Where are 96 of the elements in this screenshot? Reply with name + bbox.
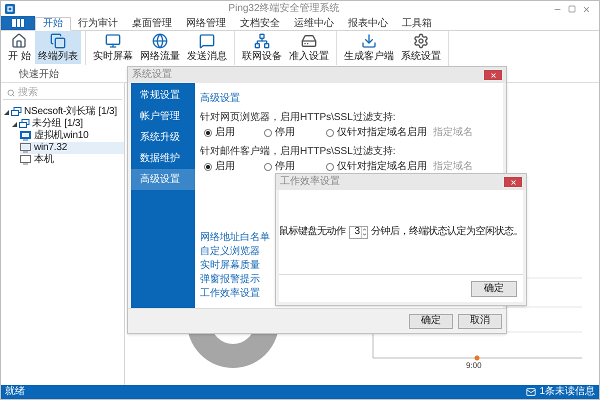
- option-label: 针对邮件客户端，启用HTTPs\SSL过滤支持:: [200, 146, 397, 158]
- ribbon-group-label: 快速开始: [19, 69, 59, 81]
- ribbon-button[interactable]: 联网设备: [238, 31, 285, 64]
- mail-icon[interactable]: [526, 387, 536, 397]
- tree-label: 本机: [34, 154, 54, 166]
- radio-button[interactable]: [204, 163, 212, 171]
- search-icon: [7, 88, 15, 96]
- ribbon-button[interactable]: 开 始: [5, 31, 34, 64]
- group-icon: [11, 107, 22, 117]
- radio-label: 停用: [275, 161, 295, 173]
- window-title: Ping32终端安全管理系统: [227, 3, 341, 15]
- radio-label: 停用: [275, 127, 295, 139]
- ribbon-button[interactable]: 准入设置: [286, 31, 332, 64]
- dialog-button[interactable]: 取消: [458, 314, 502, 328]
- idle-suffix-text: 分钟后，终端状态认定为空闲状态。: [371, 226, 523, 238]
- tree-item[interactable]: 未分组 [1/3]: [12, 118, 124, 130]
- maximize-icon[interactable]: [568, 5, 576, 13]
- spinner-arrows-icon[interactable]: [361, 226, 367, 238]
- close-button[interactable]: [504, 177, 522, 187]
- radio-label: 仅针对指定域名启用: [337, 161, 427, 173]
- message-icon: [198, 33, 215, 49]
- nav-item[interactable]: 高级设置: [131, 169, 195, 190]
- tree-label: 未分组: [32, 118, 62, 130]
- close-icon: [490, 72, 496, 78]
- settings-link[interactable]: 工作效率设置: [200, 288, 260, 300]
- monitor-icon: [20, 143, 31, 153]
- monitor-icon: [20, 155, 31, 165]
- search-input[interactable]: 搜索: [18, 86, 98, 98]
- radio-label: 启用: [215, 127, 235, 139]
- idle-prefix-text: 鼠标键盘无动作: [279, 226, 346, 238]
- ribbon-button[interactable]: 终端列表: [34, 31, 81, 64]
- dialog-button[interactable]: 确定: [409, 314, 453, 328]
- nav-item[interactable]: 系统升级: [131, 127, 195, 148]
- menu-tab[interactable]: 行为审计: [71, 17, 125, 31]
- home-icon: [11, 33, 28, 49]
- ribbon-button[interactable]: 实时屏幕: [90, 31, 136, 64]
- monitor-icon: [20, 131, 31, 141]
- close-icon: [510, 178, 516, 186]
- download-icon: [360, 33, 377, 49]
- status-text: 就绪: [5, 386, 26, 398]
- menu-tab[interactable]: 开始: [35, 17, 71, 31]
- nav-item[interactable]: 常规设置: [131, 85, 195, 106]
- section-heading: 高级设置: [200, 93, 241, 105]
- radio-button[interactable]: [204, 129, 212, 137]
- radio-button[interactable]: [264, 129, 272, 137]
- axis-label: 9:00: [466, 361, 482, 371]
- radio-label: 启用: [215, 161, 235, 173]
- monitors-icon: [50, 33, 66, 49]
- settings-link[interactable]: 实时屏幕质量: [200, 260, 260, 272]
- radio-label: 仅针对指定域名启用: [337, 127, 427, 139]
- menu-tab[interactable]: 桌面管理: [125, 17, 179, 31]
- network-icon: [254, 33, 270, 49]
- monitor-icon: [104, 33, 121, 49]
- app-logo-icon: [5, 4, 15, 14]
- ribbon-button[interactable]: 系统设置: [398, 31, 444, 64]
- collapse-arrow-icon[interactable]: [4, 110, 9, 114]
- nav-item[interactable]: 数据维护: [131, 148, 195, 169]
- unread-messages[interactable]: 1条未读信息: [539, 386, 595, 398]
- tree-item[interactable]: 虚拟机win10: [20, 130, 124, 142]
- tree-label: win7.32: [34, 142, 68, 154]
- tree-item[interactable]: 本机: [20, 154, 124, 166]
- radio-button[interactable]: [326, 163, 334, 171]
- tree-item[interactable]: NSecsoft-刘长瑞 [1/3]: [4, 106, 124, 118]
- collapse-arrow-icon[interactable]: [12, 122, 17, 126]
- settings-link[interactable]: 网络地址白名单: [200, 232, 270, 244]
- tree-count: [1/3]: [64, 118, 83, 130]
- tree-item[interactable]: win7.32: [20, 142, 124, 154]
- minutes-field[interactable]: 3: [348, 226, 368, 238]
- ribbon-button[interactable]: 发送消息: [184, 31, 230, 64]
- dialog-title: 系统设置: [132, 69, 173, 81]
- option-label: 针对网页浏览器，启用HTTPs\SSL过滤支持:: [200, 112, 397, 124]
- ribbon-button[interactable]: 网络流量: [136, 31, 183, 64]
- grid-icon: [12, 19, 24, 27]
- globe-icon: [152, 33, 168, 49]
- menu-tab[interactable]: 网络管理: [179, 17, 233, 31]
- group-icon: [19, 119, 30, 129]
- menu-tab[interactable]: 报表中心: [341, 17, 395, 31]
- confirm-button[interactable]: 确定: [471, 280, 517, 296]
- menu-tab[interactable]: 文档安全: [233, 17, 287, 31]
- radio-button[interactable]: [326, 129, 334, 137]
- ribbon-button[interactable]: 生成客户端: [340, 31, 397, 64]
- tree-count: [1/3]: [98, 106, 117, 118]
- close-button[interactable]: [484, 70, 502, 80]
- settings-link[interactable]: 自定义浏览器: [200, 246, 260, 258]
- drive-icon: [300, 33, 317, 49]
- tree-label: NSecsoft-刘长瑞: [24, 106, 96, 118]
- dialog-title: 工作效率设置: [280, 176, 341, 188]
- menu-tab[interactable]: 运维中心: [287, 17, 341, 31]
- menu-tab[interactable]: 工具箱: [395, 17, 439, 31]
- gear-icon: [412, 33, 429, 49]
- nav-item[interactable]: 帐户管理: [131, 106, 195, 127]
- tree-label: 虚拟机win10: [34, 130, 89, 142]
- app-menu-button[interactable]: [1, 16, 35, 30]
- settings-link[interactable]: 弹窗报警提示: [200, 274, 260, 286]
- radio-button[interactable]: [264, 163, 272, 171]
- close-icon[interactable]: [582, 4, 591, 14]
